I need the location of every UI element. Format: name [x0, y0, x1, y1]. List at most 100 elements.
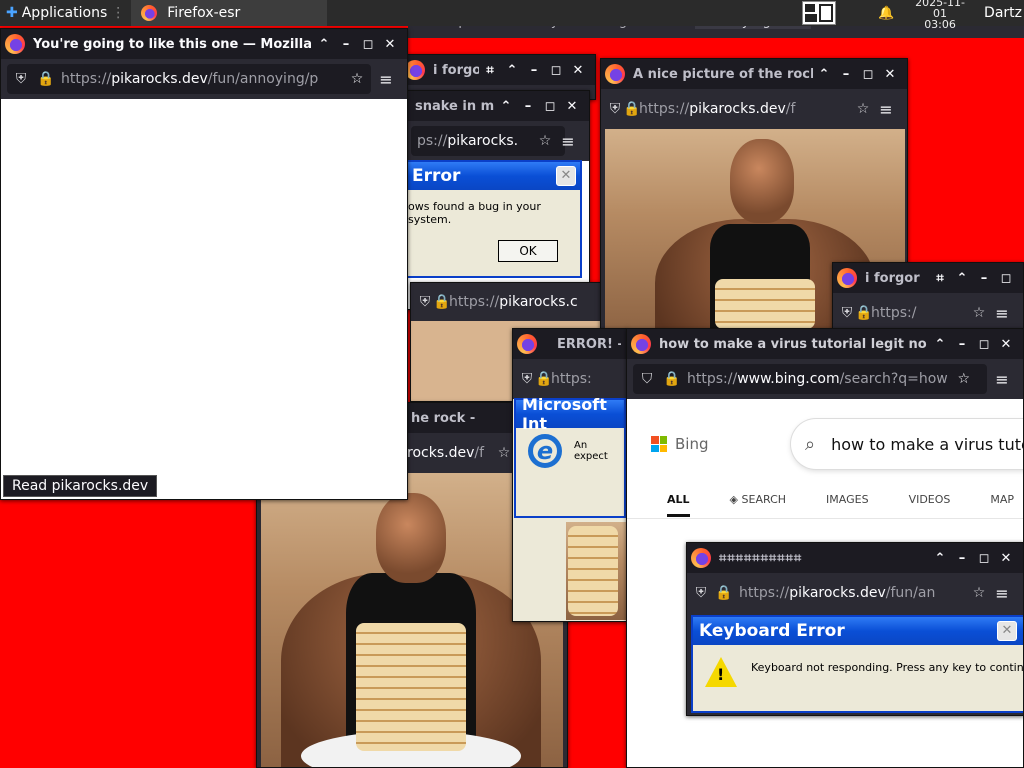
dialog-bug-error[interactable]: Error ✕ ows found a bug in your system. …: [404, 160, 582, 278]
titlebar[interactable]: A nice picture of the rock - ⌃ – ◻ ✕: [601, 59, 907, 89]
dialog-titlebar[interactable]: Microsoft Int: [516, 395, 624, 433]
search-icon[interactable]: ⌕: [805, 434, 815, 455]
shield-icon[interactable]: ⛉: [639, 371, 655, 387]
menu-icon[interactable]: ≡: [987, 370, 1017, 389]
window-main-firefox[interactable]: You're going to like this one — Mozilla …: [0, 28, 408, 500]
minimize-icon[interactable]: –: [523, 63, 545, 78]
titlebar[interactable]: i forgor ⌗ ⌃ – ◻: [833, 263, 1023, 293]
url-prefix: https://: [449, 294, 500, 310]
window-keyboard-error[interactable]: ⌗⌗⌗⌗⌗⌗⌗⌗⌗⌗ ⌃ – ◻ ✕ ⛨ 🔒 https://pikarocks…: [686, 542, 1024, 716]
maximize-icon[interactable]: ◻: [973, 337, 995, 352]
bookmark-star-icon[interactable]: ☆: [855, 101, 871, 117]
titlebar[interactable]: snake in m ⌃ – ◻ ✕: [405, 91, 589, 121]
minimize-icon[interactable]: –: [951, 551, 973, 566]
close-icon[interactable]: ✕: [879, 67, 901, 82]
bing-search-box[interactable]: ⌕ how to make a virus tutori: [791, 419, 1023, 469]
menu-icon[interactable]: ≡: [987, 584, 1017, 603]
dialog-keyboard-error[interactable]: Keyboard Error ✕ ! Keyboard not respondi…: [691, 615, 1023, 713]
tracking-protection-icon[interactable]: ⛨: [693, 585, 709, 601]
microsoft-logo-icon: [651, 436, 667, 452]
menu-icon[interactable]: ≡: [553, 132, 583, 151]
tab-images[interactable]: IMAGES: [826, 493, 869, 517]
bookmark-star-icon[interactable]: ☆: [971, 305, 987, 321]
maximize-icon[interactable]: ◻: [973, 551, 995, 566]
tab-maps[interactable]: MAP: [990, 493, 1014, 517]
menu-icon[interactable]: ≡: [371, 70, 401, 89]
navbar: ⛨ 🔒 https://pikarocks.dev/f ☆ ≡: [601, 89, 907, 129]
maximize-icon[interactable]: ◻: [545, 63, 567, 78]
search-query[interactable]: how to make a virus tutori: [831, 435, 1023, 454]
navbar: ⛨ 🔒 https://pikarocks.c: [411, 283, 605, 321]
garbled-title-icon: ⌗⌗⌗⌗⌗⌗⌗⌗⌗⌗: [719, 550, 803, 566]
maximize-icon[interactable]: ◻: [995, 271, 1017, 286]
dialog-titlebar[interactable]: Error: [406, 162, 580, 190]
titlebar[interactable]: how to make a virus tutorial legit no sc…: [627, 329, 1023, 359]
navbar: ⛨ 🔒 https://pikarocks.dev/fun/an ☆ ≡: [687, 573, 1023, 613]
minimize-icon[interactable]: –: [973, 271, 995, 286]
maximize-up-icon[interactable]: ⌃: [929, 337, 951, 352]
close-icon[interactable]: ✕: [379, 37, 401, 52]
bookmark-star-icon[interactable]: ☆: [496, 445, 512, 461]
maximize-up-icon[interactable]: ⌃: [501, 63, 523, 78]
tab-videos[interactable]: VIDEOS: [909, 493, 951, 517]
titlebar[interactable]: ⌗⌗⌗⌗⌗⌗⌗⌗⌗⌗ ⌃ – ◻ ✕: [687, 543, 1023, 573]
menu-icon[interactable]: ≡: [871, 100, 901, 119]
dialog-close-icon[interactable]: ✕: [997, 621, 1017, 641]
tracking-protection-icon[interactable]: ⛨: [417, 294, 433, 310]
close-icon[interactable]: ✕: [561, 99, 583, 114]
lock-icon: 🔒: [663, 371, 681, 387]
window-content[interactable]: [1, 99, 407, 499]
tracking-protection-icon[interactable]: ⛨: [519, 371, 535, 387]
dialog-titlebar[interactable]: Keyboard Error: [693, 617, 1023, 645]
dialog-internet-explorer[interactable]: Microsoft Int e An expect: [514, 395, 626, 518]
minimize-icon[interactable]: –: [517, 99, 539, 114]
window-i-forgor-2[interactable]: i forgor ⌗ ⌃ – ◻ ⛨ 🔒 https:/ ☆ ≡: [832, 262, 1024, 332]
notification-bell-icon[interactable]: 🔔: [876, 6, 896, 21]
tracking-protection-icon[interactable]: ⛨: [13, 71, 29, 87]
maximize-icon[interactable]: ◻: [357, 37, 379, 52]
maximize-icon[interactable]: ◻: [857, 67, 879, 82]
maximize-up-icon[interactable]: ⌃: [313, 37, 335, 52]
close-icon[interactable]: ✕: [995, 551, 1017, 566]
titlebar[interactable]: i forgor ⌗ ⌃ – ◻ ✕: [401, 55, 595, 85]
window-title: how to make a virus tutorial legit no sc…: [659, 336, 929, 352]
dialog-title: Keyboard Error: [699, 621, 845, 641]
minimize-icon[interactable]: –: [951, 337, 973, 352]
bookmark-star-icon[interactable]: ☆: [956, 371, 972, 387]
tab-search[interactable]: ◈ SEARCH: [730, 493, 786, 517]
titlebar[interactable]: ERROR! —: [513, 329, 627, 359]
maximize-up-icon[interactable]: ⌃: [929, 551, 951, 566]
url-bar[interactable]: ⛨ 🔒 https://pikarocks.dev/fun/annoying/p…: [7, 64, 371, 94]
firefox-icon: [691, 548, 711, 568]
bookmark-star-icon[interactable]: ☆: [971, 585, 987, 601]
bing-logo[interactable]: Bing: [651, 435, 709, 453]
url-path: /search?q=how: [839, 371, 948, 387]
tracking-protection-icon[interactable]: ⛨: [607, 101, 623, 117]
url-bar[interactable]: ⛉ 🔒 https://www.bing.com/search?q=how ☆: [633, 364, 987, 394]
taskbar-task-firefox[interactable]: Firefox-esr: [131, 0, 328, 26]
tracking-protection-icon[interactable]: ⛨: [839, 305, 855, 321]
dialog-close-icon[interactable]: ✕: [556, 166, 576, 186]
minimize-icon[interactable]: –: [335, 37, 357, 52]
minimize-icon[interactable]: –: [835, 67, 857, 82]
maximize-icon[interactable]: ◻: [539, 99, 561, 114]
bookmark-star-icon[interactable]: ☆: [349, 71, 365, 87]
maximize-up-icon[interactable]: ⌃: [495, 99, 517, 114]
maximize-up-icon[interactable]: ⌃: [813, 67, 835, 82]
tab-all[interactable]: ALL: [667, 493, 690, 517]
applications-menu[interactable]: ✚ Applications ⋮: [0, 0, 131, 26]
url-prefix: ps://: [417, 133, 448, 149]
url-path: /f: [474, 445, 485, 461]
close-icon[interactable]: ✕: [995, 337, 1017, 352]
maximize-up-icon[interactable]: ⌃: [951, 271, 973, 286]
lock-icon: 🔒: [855, 305, 873, 321]
user-name[interactable]: Dartz: [984, 5, 1024, 21]
close-icon[interactable]: ✕: [567, 63, 589, 78]
url-host: pikarocks.dev: [111, 71, 208, 87]
bookmark-star-icon[interactable]: ☆: [537, 133, 553, 149]
ok-button[interactable]: OK: [498, 240, 558, 262]
titlebar[interactable]: You're going to like this one — Mozilla …: [1, 29, 407, 59]
url-prefix: https://: [61, 71, 112, 87]
menu-icon[interactable]: ≡: [987, 304, 1017, 323]
workspace-pager[interactable]: [802, 1, 837, 25]
